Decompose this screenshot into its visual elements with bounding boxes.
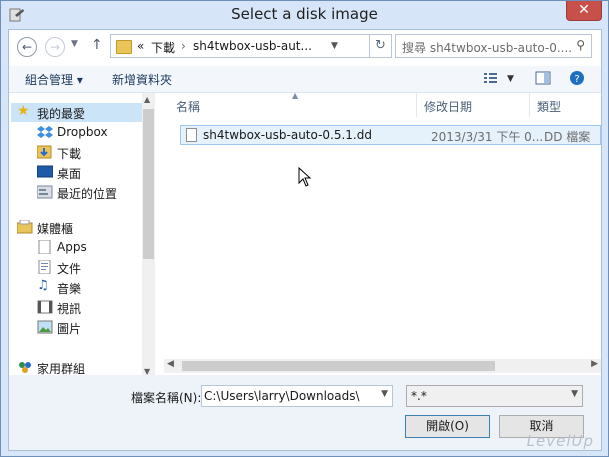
file-modified: 2013/3/31 下午 0... [431,130,544,144]
mouse-cursor-icon [298,167,312,187]
address-row: ← → ▼ ↑ « 下載 › sh4twbox-usb-aut... ▼ ↻ 搜… [9,30,601,66]
new-folder-button[interactable]: 新增資料夾 [112,71,172,88]
filename-label: 檔案名稱(N): [131,391,202,405]
path-prefix[interactable]: « [137,39,144,53]
file-icon [186,128,197,142]
close-button[interactable]: ✕ [566,1,602,21]
nav-item-label: Apps [57,240,87,254]
file-row[interactable]: sh4twbox-usb-auto-0.5.1.dd 2013/3/31 下午 … [180,125,601,145]
title-bar: Select a disk image ✕ [1,1,608,29]
homegroup-icon [19,362,31,373]
file-list-scrollbar[interactable]: ◀ ▶ [164,359,601,373]
view-options-icon[interactable] [483,70,499,86]
file-name[interactable]: sh4twbox-usb-auto-0.5.1.dd [203,128,372,142]
column-header-name[interactable]: 名稱 [176,98,200,115]
file-dialog: Select a disk image ✕ ← → ▼ ↑ « 下載 › sh4… [0,0,609,457]
filter-value: *.* [411,389,427,403]
breadcrumb-separator[interactable]: › [181,39,186,53]
nav-item-label: Dropbox [57,125,108,139]
filter-dropdown-icon[interactable]: ▼ [571,389,578,399]
column-divider[interactable] [416,93,417,117]
folder-icon [116,40,132,54]
up-button[interactable]: ↑ [91,37,103,53]
libraries-icon [17,220,33,234]
file-list: 名稱 ▲ 修改日期 類型 sh4twbox-usb-auto-0.5.1.dd … [164,91,601,380]
address-bar[interactable]: « 下載 › sh4twbox-usb-aut... ▼ [110,34,370,58]
open-button[interactable]: 開啟(O) [405,415,490,438]
preview-pane-icon[interactable] [535,70,551,86]
column-divider[interactable] [529,93,530,117]
breadcrumb-current-folder[interactable]: sh4twbox-usb-aut... [193,39,312,53]
navigation-pane: ★ 我的最愛 Dropbox 下載 桌面 最近的位置 媒體櫃 Apps 文件 ♫… [9,93,154,380]
sort-ascending-icon: ▲ [292,91,299,100]
filename-dropdown-icon[interactable]: ▼ [381,389,388,399]
pictures-icon [37,320,53,334]
nav-item-label: 音樂 [57,282,82,296]
nav-item-label: 圖片 [57,322,82,336]
search-input[interactable]: 搜尋 sh4twbox-usb-auto-0.... ⚲ [395,34,592,58]
svg-text:?: ? [574,74,579,85]
recent-places-icon [37,185,53,199]
refresh-button[interactable]: ↻ [370,34,392,58]
breadcrumb-downloads[interactable]: 下載 [151,39,175,56]
nav-item-label: 文件 [57,262,82,276]
recent-locations-dropdown[interactable]: ▼ [71,39,78,49]
scrollbar-thumb[interactable] [182,361,495,371]
column-header-modified[interactable]: 修改日期 [424,98,472,115]
nav-favorites-label: 我的最愛 [37,107,86,121]
watermark: LevelUp [526,432,594,450]
search-icon: ⚲ [576,38,585,52]
filename-input[interactable]: C:\Users\larry\Downloads\ ▼ [201,385,393,407]
star-icon: ★ [17,103,30,119]
address-dropdown-icon[interactable]: ▼ [331,41,338,51]
nav-item-label: 桌面 [57,167,82,181]
scrollbar-thumb[interactable] [143,109,154,259]
file-type: DD 檔案 [544,130,591,144]
file-type-filter[interactable]: *.* ▼ [406,385,583,407]
documents-icon [38,260,51,274]
command-bar: 組合管理 ▾ 新增資料夾 ▼ ? [9,66,601,93]
forward-button[interactable]: → [45,37,65,57]
column-header-type[interactable]: 類型 [537,98,561,115]
dialog-footer: 檔案名稱(N): C:\Users\larry\Downloads\ ▼ *.*… [9,375,601,450]
dialog-body: ← → ▼ ↑ « 下載 › sh4twbox-usb-aut... ▼ ↻ 搜… [8,29,602,451]
view-dropdown-icon[interactable]: ▼ [507,74,514,84]
scroll-up-arrow[interactable]: ▲ [144,95,150,104]
dropbox-icon [37,126,53,138]
videos-icon [37,300,53,314]
downloads-folder-icon [37,145,52,159]
help-icon[interactable]: ? [569,70,585,86]
search-placeholder: 搜尋 sh4twbox-usb-auto-0.... [402,41,573,55]
nav-libraries-label: 媒體櫃 [37,222,74,236]
scroll-right-arrow[interactable]: ▶ [591,359,598,369]
nav-item-label: 最近的位置 [57,187,118,201]
desktop-icon [37,165,53,178]
back-button[interactable]: ← [17,37,37,57]
scroll-left-arrow[interactable]: ◀ [167,359,174,369]
document-icon [38,240,51,254]
nav-item-label: 下載 [57,147,82,161]
navigation-scrollbar[interactable]: ▲ ▼ [142,93,155,378]
filename-value[interactable]: C:\Users\larry\Downloads\ [204,389,360,403]
nav-item-label: 視訊 [57,302,82,316]
window-title: Select a disk image [231,5,378,23]
organize-menu[interactable]: 組合管理 ▾ [25,71,83,88]
music-icon: ♫ [37,278,49,293]
